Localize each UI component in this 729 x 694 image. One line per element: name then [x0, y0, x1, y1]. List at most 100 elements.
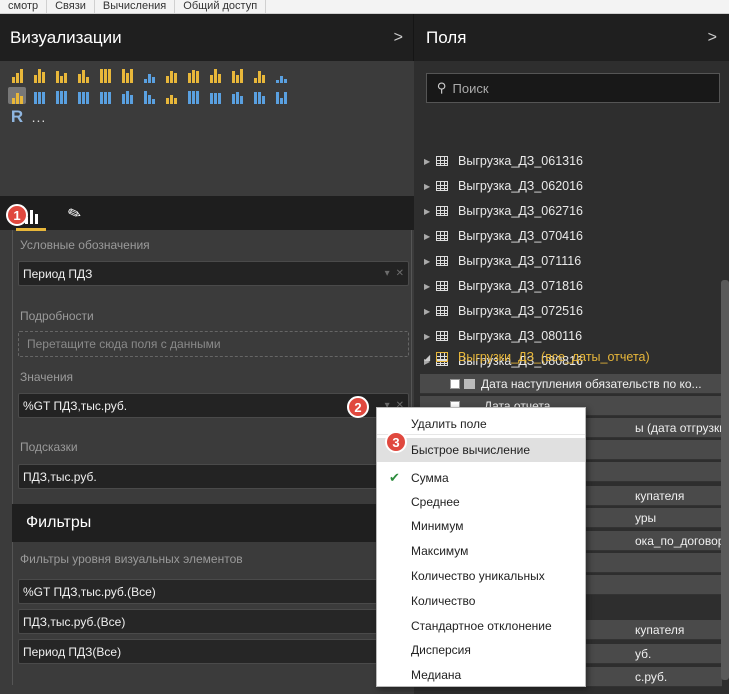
table-icon — [436, 306, 448, 316]
table-node[interactable]: ▶ Выгрузка_ДЗ_062716 — [424, 200, 583, 222]
ribbon-tab-calculations[interactable]: Вычисления — [95, 0, 176, 13]
close-icon[interactable]: ✕ — [396, 268, 404, 279]
line-chart-icon[interactable] — [140, 66, 158, 83]
table-icon — [436, 206, 448, 216]
collapse-visualizations-icon[interactable]: > — [394, 29, 403, 47]
tab-format[interactable]: ✎ — [64, 202, 86, 225]
stacked-bar-chart-icon[interactable] — [8, 66, 26, 83]
ribbon-tab-view[interactable]: смотр — [0, 0, 48, 13]
expand-arrow-icon[interactable]: ▶ — [424, 332, 436, 341]
search-icon: ⚲ — [437, 80, 447, 95]
table-node[interactable]: ▶ Выгрузка_ДЗ_061316 — [424, 150, 583, 172]
table-name: Выгрузка_ДЗ_071116 — [458, 254, 582, 268]
table-node-open[interactable]: ◢ Выгрузки_ДЗ_(все_даты_отчета) — [424, 346, 650, 368]
expand-arrow-icon[interactable]: ▶ — [424, 182, 436, 191]
tooltips-well[interactable]: ПДЗ,тыс.руб. — [18, 464, 409, 489]
legend-well[interactable]: Период ПДЗ ▾ ✕ — [18, 261, 409, 286]
100-stacked-bar-chart-icon[interactable] — [96, 66, 114, 83]
100-stacked-column-chart-icon[interactable] — [118, 66, 136, 83]
menu-item-quick-calc[interactable]: Быстрое вычисление — [377, 438, 585, 462]
ribbon-tab-share[interactable]: Общий доступ — [175, 0, 267, 13]
field-name: уб. — [635, 646, 652, 661]
table-name: Выгрузки_ДЗ_(все_даты_отчета) — [458, 350, 650, 364]
expand-arrow-icon[interactable]: ▶ — [424, 157, 436, 166]
more-visuals-icon[interactable]: ... — [30, 108, 48, 125]
card-icon[interactable] — [184, 87, 202, 104]
funnel-icon[interactable] — [140, 87, 158, 104]
tooltips-well-label: Подсказки — [20, 440, 78, 454]
table-node[interactable]: ▶ Выгрузка_ДЗ_071816 — [424, 275, 583, 297]
chevron-down-icon[interactable]: ▾ — [385, 268, 390, 279]
ribbon-chart-icon[interactable] — [250, 66, 268, 83]
hierarchy-icon — [464, 378, 475, 389]
donut-chart-icon[interactable] — [272, 87, 290, 104]
table-icon — [436, 181, 448, 191]
menu-item-remove-field[interactable]: Удалить поле — [377, 412, 585, 436]
r-visual-icon[interactable]: R — [8, 107, 26, 126]
menu-item-label: Сумма — [411, 471, 449, 485]
line-and-clustered-column-chart-icon[interactable] — [228, 66, 246, 83]
matrix-icon[interactable] — [96, 87, 114, 104]
field-name: купателя — [635, 488, 685, 503]
gauge-icon[interactable] — [162, 87, 180, 104]
collapse-fields-icon[interactable]: > — [708, 29, 717, 47]
collapse-arrow-icon[interactable]: ◢ — [424, 353, 436, 362]
menu-item-std-dev[interactable]: Стандартное отклонение — [377, 614, 585, 638]
menu-item-max[interactable]: Максимум — [377, 539, 585, 563]
field-name: ы (дата отгрузки) — [635, 420, 722, 435]
values-well-value: %GT ПДЗ,тыс.руб. — [23, 398, 128, 413]
menu-item-median[interactable]: Медиана — [377, 663, 585, 687]
visual-types-grid: R ... — [8, 66, 408, 129]
field-name: купателя — [635, 622, 685, 637]
fields-title: Поля — [426, 27, 467, 47]
tooltips-well-value: ПДЗ,тыс.руб. — [23, 469, 97, 484]
table-node[interactable]: ▶ Выгрузка_ДЗ_080116 — [424, 325, 582, 347]
menu-item-count[interactable]: Количество — [377, 589, 585, 613]
kpi-icon[interactable] — [228, 87, 246, 104]
filled-map-icon[interactable] — [118, 87, 136, 104]
menu-item-variance[interactable]: Дисперсия — [377, 638, 585, 662]
expand-arrow-icon[interactable]: ▶ — [424, 307, 436, 316]
menu-item-sum[interactable]: ✔ Сумма — [377, 466, 585, 490]
search-input[interactable]: ⚲ Поиск — [426, 73, 720, 103]
slicer-icon[interactable] — [250, 87, 268, 104]
menu-item-average[interactable]: Среднее — [377, 490, 585, 514]
ribbon-tab-relationships[interactable]: Связи — [47, 0, 95, 13]
menu-item-min[interactable]: Минимум — [377, 514, 585, 538]
stacked-area-chart-icon[interactable] — [184, 66, 202, 83]
expand-arrow-icon[interactable]: ▶ — [424, 282, 436, 291]
filter-item[interactable]: %GT ПДЗ,тыс.руб.(Все) — [18, 579, 409, 604]
table-icon[interactable] — [74, 87, 92, 104]
details-drop-zone[interactable]: Перетащите сюда поля с данными — [18, 331, 409, 357]
step-badge-1: 1 — [6, 204, 28, 226]
fields-scrollbar[interactable] — [721, 280, 729, 680]
field-checkbox[interactable] — [450, 378, 460, 389]
table-node[interactable]: ▶ Выгрузка_ДЗ_070416 — [424, 225, 583, 247]
expand-arrow-icon[interactable]: ▶ — [424, 232, 436, 241]
field-name: уры — [635, 510, 657, 525]
multi-row-card-icon[interactable] — [206, 87, 224, 104]
expand-arrow-icon[interactable]: ▶ — [424, 257, 436, 266]
stacked-column-chart-icon[interactable] — [30, 66, 48, 83]
clustered-column-chart-icon[interactable] — [74, 66, 92, 83]
table-node[interactable]: ▶ Выгрузка_ДЗ_062016 — [424, 175, 583, 197]
table-name: Выгрузка_ДЗ_062716 — [458, 204, 583, 218]
table-name: Выгрузка_ДЗ_080116 — [458, 329, 583, 343]
menu-separator — [377, 434, 585, 435]
globe-map-icon[interactable] — [52, 87, 70, 104]
filter-item[interactable]: Период ПДЗ(Все) — [18, 639, 409, 664]
table-node[interactable]: ▶ Выгрузка_ДЗ_071116 — [424, 250, 581, 272]
area-chart-icon[interactable] — [162, 66, 180, 83]
clustered-bar-chart-icon[interactable] — [52, 66, 70, 83]
pie-chart-icon[interactable] — [30, 87, 48, 104]
expand-arrow-icon[interactable]: ▶ — [424, 207, 436, 216]
filter-item[interactable]: ПДЗ,тыс.руб.(Все) — [18, 609, 409, 634]
line-and-column-chart-icon[interactable] — [206, 66, 224, 83]
field-name: с.руб. — [635, 669, 668, 684]
scatter-chart-icon[interactable] — [272, 66, 290, 83]
menu-item-distinct-count[interactable]: Количество уникальных — [377, 564, 585, 588]
table-icon — [436, 156, 448, 166]
waterfall-chart-icon[interactable] — [8, 87, 26, 104]
table-node[interactable]: ▶ Выгрузка_ДЗ_072516 — [424, 300, 583, 322]
field-item[interactable]: Дата наступления обязательств по ко... — [420, 374, 722, 394]
